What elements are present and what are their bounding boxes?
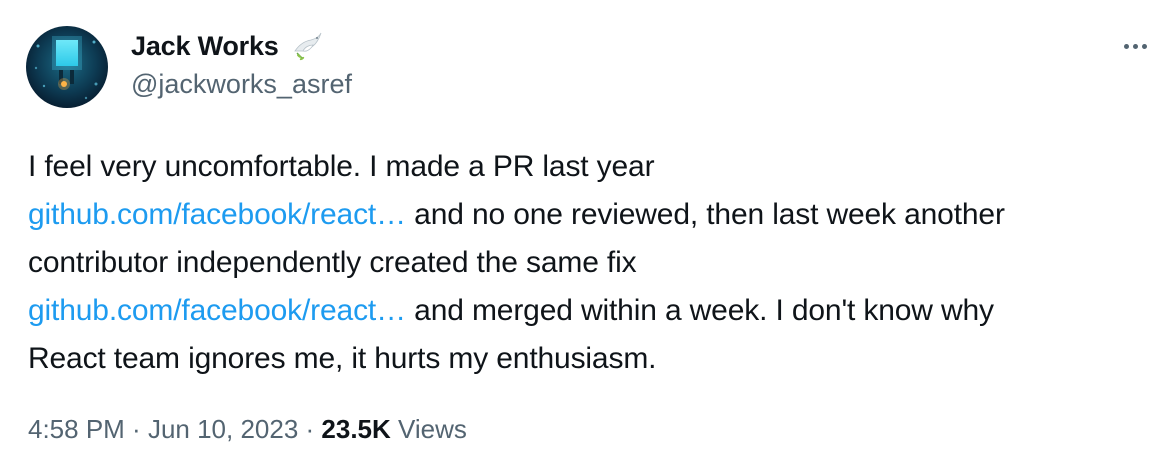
author-name[interactable]: Jack Works (131, 31, 279, 62)
tweet-date[interactable]: Jun 10, 2023 (148, 414, 298, 444)
tweet-text-segment: and merged within a week. I don't know w… (405, 294, 994, 327)
more-horizontal-icon (1123, 43, 1129, 49)
dove-icon (289, 29, 325, 63)
author-handle[interactable]: @jackworks_asref (131, 69, 352, 100)
tweet-card: Jack Works @jackworks_asref I feel very … (0, 0, 1166, 462)
tweet-text: I feel very uncomfortable. I made a PR l… (28, 143, 1153, 383)
avatar[interactable] (26, 26, 108, 108)
tweet-time[interactable]: 4:58 PM (28, 414, 125, 444)
more-dot (1132, 43, 1138, 49)
more-options-button[interactable] (1118, 32, 1152, 60)
tweet-text-segment: and no one reviewed, then last week anot… (405, 198, 1005, 231)
tweet-text-line: I feel very uncomfortable. I made a PR l… (28, 150, 655, 183)
tweet-meta: 4:58 PM · Jun 10, 2023 · 23.5K Views (28, 414, 467, 445)
tweet-link[interactable]: github.com/facebook/react… (28, 294, 406, 327)
meta-separator: · (124, 414, 148, 444)
meta-separator: · (298, 414, 322, 444)
tweet-text-line: contributor independently created the sa… (28, 246, 637, 279)
more-dot (1141, 43, 1147, 49)
tweet-link[interactable]: github.com/facebook/react… (28, 198, 406, 231)
author-name-row: Jack Works (131, 28, 325, 64)
avatar-image (26, 26, 108, 108)
tweet-text-line: React team ignores me, it hurts my enthu… (28, 342, 657, 375)
views-label: Views (390, 414, 467, 444)
views-count[interactable]: 23.5K (321, 414, 390, 444)
